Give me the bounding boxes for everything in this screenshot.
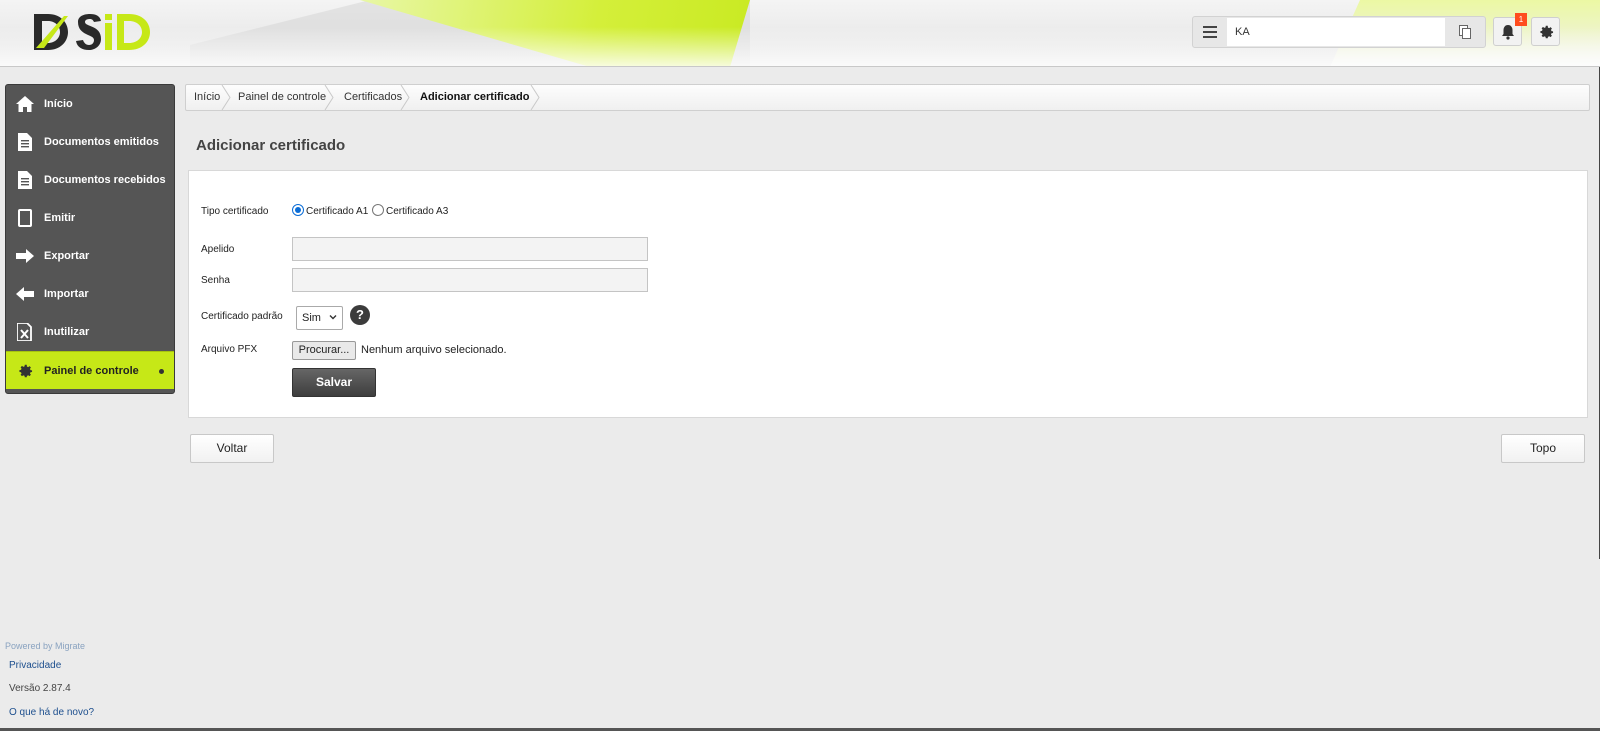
certificado-padrao-select[interactable]: Sim: [296, 306, 343, 330]
breadcrumb-item-certificados[interactable]: Certificados: [344, 85, 402, 110]
home-icon: [6, 85, 44, 123]
sidebar-item-exportar[interactable]: Exportar: [6, 237, 174, 275]
apelido-field[interactable]: [292, 237, 648, 261]
copy-button[interactable]: [1445, 17, 1485, 47]
sidebar-item-label: Inutilizar: [44, 326, 90, 338]
sidebar-item-emitir[interactable]: Emitir: [6, 199, 174, 237]
file-status-text: Nenhum arquivo selecionado.: [361, 344, 507, 356]
search-input[interactable]: [1227, 18, 1445, 46]
back-button[interactable]: Voltar: [190, 434, 274, 463]
top-header: 1: [0, 0, 1600, 67]
breadcrumb-separator-icon: [324, 85, 334, 110]
search-bar: [1192, 16, 1486, 48]
sidebar-item-documentos-recebidos[interactable]: Documentos recebidos: [6, 161, 174, 199]
privacy-link[interactable]: Privacidade: [9, 660, 61, 671]
breadcrumb-separator-icon: [400, 85, 410, 110]
sidebar-item-inicio[interactable]: Início: [6, 85, 174, 123]
radio-certificado-a3-label[interactable]: Certificado A3: [386, 206, 448, 217]
hamburger-icon: [1203, 26, 1217, 38]
document-icon: [6, 161, 44, 199]
breadcrumb-separator-icon: [530, 85, 540, 110]
bell-icon: [1501, 24, 1514, 40]
breadcrumb-item-painel[interactable]: Painel de controle: [238, 85, 326, 110]
senha-label: Senha: [201, 275, 230, 286]
radio-certificado-a1[interactable]: [292, 204, 304, 216]
version-text: Versão 2.87.4: [9, 683, 71, 694]
sidebar-item-label: Documentos recebidos: [44, 174, 166, 186]
sidebar-item-label: Exportar: [44, 250, 90, 262]
gear-icon: [1539, 25, 1553, 38]
breadcrumb-item-inicio[interactable]: Início: [194, 85, 220, 110]
apelido-label: Apelido: [201, 244, 235, 255]
breadcrumb-item-current: Adicionar certificado: [420, 91, 530, 103]
active-indicator-dot: [159, 369, 164, 374]
arrow-left-icon: [6, 275, 44, 313]
whats-new-link[interactable]: O que há de novo?: [9, 707, 94, 718]
browse-file-button[interactable]: Procurar...: [292, 341, 356, 360]
sidebar-item-label: Documentos emitidos: [44, 136, 159, 148]
help-icon[interactable]: ?: [350, 305, 370, 325]
senha-field[interactable]: [292, 268, 648, 292]
breadcrumb: Início Painel de controle Certificados A…: [185, 84, 1590, 111]
sidebar-item-label: Importar: [44, 288, 89, 300]
sidebar-item-documentos-emitidos[interactable]: Documentos emitidos: [6, 123, 174, 161]
save-button[interactable]: Salvar: [292, 368, 376, 397]
tipo-certificado-label: Tipo certificado: [201, 206, 269, 217]
certificado-padrao-label: Certificado padrão: [201, 311, 283, 322]
radio-certificado-a3[interactable]: [372, 204, 384, 216]
radio-certificado-a1-label[interactable]: Certificado A1: [306, 206, 368, 217]
notification-badge: 1: [1515, 13, 1527, 26]
sidebar-item-label: Emitir: [44, 212, 76, 224]
document-icon: [6, 123, 44, 161]
copy-icon: [1459, 25, 1471, 39]
breadcrumb-separator-icon: [221, 85, 231, 110]
sidebar-item-importar[interactable]: Importar: [6, 275, 174, 313]
arrow-right-icon: [6, 237, 44, 275]
notifications-button[interactable]: 1: [1493, 13, 1527, 46]
select-value: Sim: [302, 312, 321, 324]
chevron-down-icon: [329, 315, 337, 320]
arquivo-pfx-label: Arquivo PFX: [201, 344, 258, 355]
cancel-document-icon: [6, 313, 44, 351]
sidebar-item-inutilizar[interactable]: Inutilizar: [6, 313, 174, 351]
page-title: Adicionar certificado: [196, 137, 346, 154]
sidebar-item-painel-de-controle[interactable]: Painel de controle: [6, 351, 174, 389]
gear-icon: [6, 352, 44, 390]
tablet-icon: [6, 199, 44, 237]
sid-logo[interactable]: [34, 12, 154, 52]
hamburger-menu-button[interactable]: [1193, 17, 1227, 47]
sidebar-menu: Início Documentos emitidos Documentos re…: [5, 84, 175, 394]
certificate-form: Tipo certificado Certificado A1 Certific…: [188, 170, 1588, 418]
sidebar-item-label: Início: [44, 98, 73, 110]
settings-button[interactable]: [1531, 17, 1560, 46]
sidebar-item-label: Painel de controle: [44, 364, 139, 377]
powered-by-text[interactable]: Powered by Migrate: [5, 641, 85, 651]
top-button[interactable]: Topo: [1501, 434, 1585, 463]
